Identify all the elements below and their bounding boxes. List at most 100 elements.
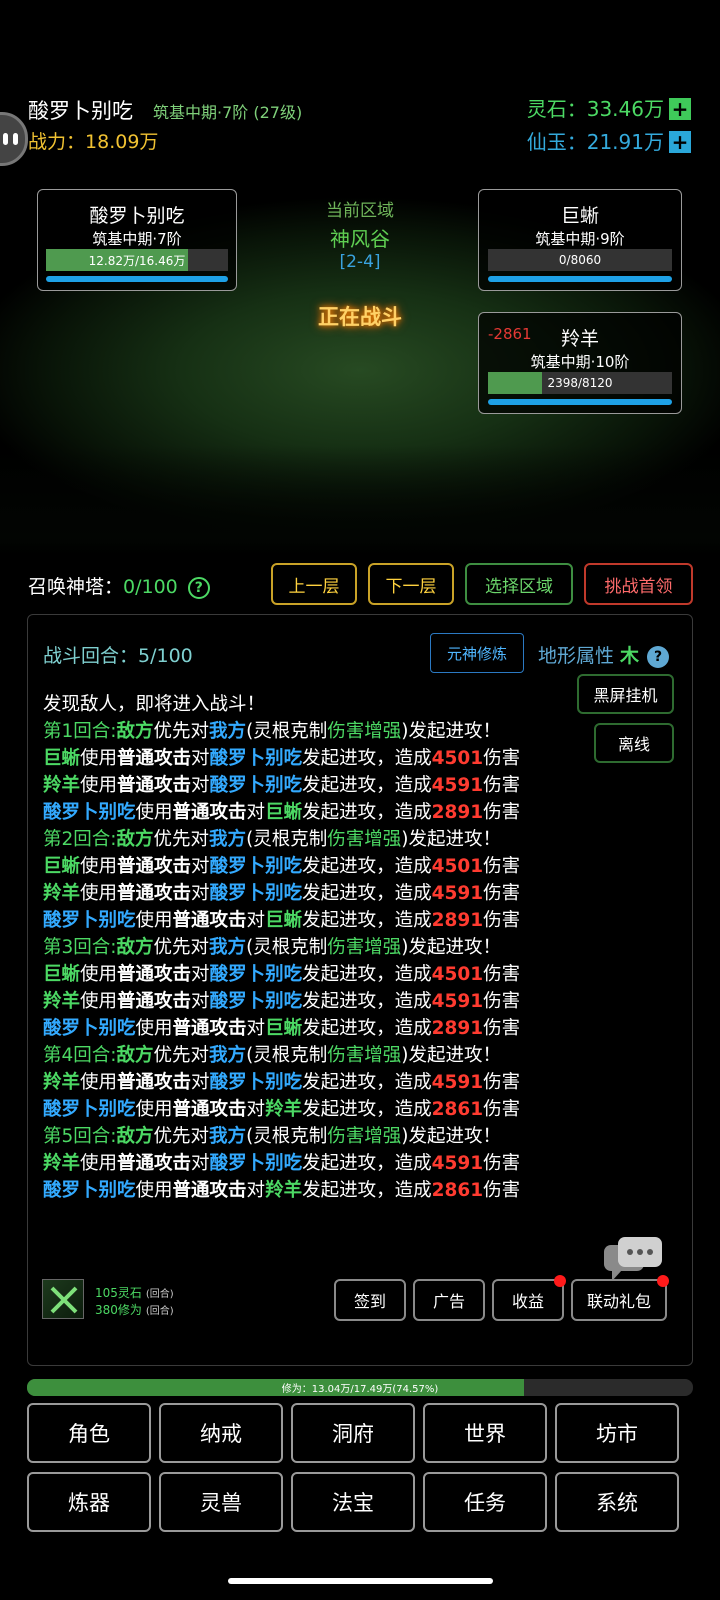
log-segment: 发起进攻，造成 — [302, 1099, 432, 1120]
add-jade-button[interactable]: + — [669, 131, 691, 153]
log-segment: 羚羊 — [43, 1072, 81, 1093]
menu-button[interactable]: 炼器 — [27, 1472, 151, 1532]
enemy-mp-bar — [488, 399, 672, 405]
log-segment: 酸罗卜别吃 — [43, 910, 136, 931]
log-segment: 对 — [191, 991, 210, 1012]
notification-dot — [657, 1275, 669, 1287]
header: 酸罗卜别吃 筑基中期·7阶 (27级) 战力：18.09万 灵石：33.46万 … — [0, 0, 720, 170]
jade-balance: 仙玉：21.91万 — [526, 130, 664, 154]
log-segment: 发起进攻，造成 — [302, 775, 432, 796]
log-segment: 使用 — [80, 856, 118, 877]
log-segment: 使用 — [135, 1180, 173, 1201]
log-segment: 对 — [191, 1072, 210, 1093]
menu-button[interactable]: 任务 — [423, 1472, 547, 1532]
battle-log: 发现敌人，即将进入战斗！ 第1回合:敌方优先对我方(灵根克制伤害增强)发起进攻！巨… — [43, 691, 563, 1204]
player-unit-realm: 筑基中期·7阶 — [92, 230, 182, 248]
battle-log-panel: 战斗回合：5/100 元神修炼 地形属性木? 黑屏挂机 离线 发现敌人，即将进入… — [27, 614, 693, 1366]
enemy-card-1[interactable]: 巨蜥 筑基中期·9阶 0/8060 — [478, 189, 682, 291]
reward-per-round: (回合) — [145, 1306, 174, 1317]
menu-button[interactable]: 世界 — [423, 1403, 547, 1463]
log-segment: 使用 — [80, 964, 118, 985]
log-segment: 酸罗卜别吃 — [209, 1072, 303, 1093]
home-indicator[interactable] — [228, 1578, 493, 1584]
log-segment: 我方 — [209, 721, 247, 742]
income-button[interactable]: 收益 — [492, 1275, 566, 1321]
menu-button[interactable]: 坊市 — [555, 1403, 679, 1463]
log-segment: 使用 — [135, 1018, 173, 1039]
battle-log-line: 第3回合:敌方优先对我方(灵根克制伤害增强)发起进攻！ — [43, 934, 563, 961]
combat-power-label: 战力： — [28, 131, 86, 153]
log-segment: 发起进攻，造成 — [302, 1153, 432, 1174]
checkin-button[interactable]: 签到 — [334, 1279, 406, 1321]
help-icon[interactable]: ? — [647, 646, 670, 668]
log-segment: 4501 — [431, 964, 484, 985]
ads-button[interactable]: 广告 — [413, 1279, 485, 1321]
log-segment: 使用 — [80, 883, 118, 904]
log-segment: 伤害 — [483, 991, 521, 1012]
battle-scene: 酸罗卜别吃 筑基中期·7阶 12.82万/16.46万 当前区域 神风谷 [2-… — [0, 170, 720, 555]
battle-log-line: 酸罗卜别吃使用普通攻击对巨蜥发起进攻，造成2891伤害 — [43, 1015, 563, 1042]
battle-round: 战斗回合：5/100 — [43, 645, 193, 667]
log-segment: 巨蜥 — [265, 910, 303, 931]
linked-gift-label: 联动礼包 — [586, 1292, 651, 1311]
chat-icon[interactable] — [604, 1237, 662, 1283]
select-zone-button[interactable]: 选择区域 — [465, 563, 573, 605]
summon-tower: 召唤神塔：0/100? — [28, 572, 210, 599]
log-segment: 普通攻击 — [117, 775, 192, 796]
log-segment: 2891 — [431, 1018, 484, 1039]
help-icon[interactable]: ? — [187, 576, 210, 599]
log-segment: 酸罗卜别吃 — [209, 1153, 303, 1174]
log-segment: 伤害 — [483, 883, 521, 904]
log-segment: 发起进攻，造成 — [302, 802, 432, 823]
player-name: 酸罗卜别吃 — [28, 99, 133, 123]
log-segment: 我方 — [209, 937, 247, 958]
terrain-attribute: 地形属性木? — [538, 641, 670, 668]
avatar[interactable] — [0, 112, 28, 166]
enemy-card-2[interactable]: -2861 羚羊 筑基中期·10阶 2398/8120 — [478, 312, 682, 414]
menu-button[interactable]: 角色 — [27, 1403, 151, 1463]
menu-button[interactable]: 灵兽 — [159, 1472, 283, 1532]
battle-log-line: 第4回合:敌方优先对我方(灵根克制伤害增强)发起进攻！ — [43, 1042, 563, 1069]
next-floor-button[interactable]: 下一层 — [368, 563, 454, 605]
menu-button[interactable]: 洞府 — [291, 1403, 415, 1463]
log-segment: 4591 — [431, 991, 484, 1012]
challenge-boss-button[interactable]: 挑战首领 — [584, 563, 693, 605]
zone-name: 神风谷 — [330, 227, 390, 251]
log-segment: 发起进攻，造成 — [302, 883, 432, 904]
log-segment: 优先对 — [153, 1045, 210, 1066]
log-segment: 对 — [191, 883, 210, 904]
prev-floor-button[interactable]: 上一层 — [271, 563, 357, 605]
log-segment: 敌方 — [116, 1126, 154, 1147]
battle-log-line: 酸罗卜别吃使用普通攻击对羚羊发起进攻，造成2861伤害 — [43, 1096, 563, 1123]
log-segment: 普通攻击 — [117, 991, 192, 1012]
add-spirit-stone-button[interactable]: + — [669, 98, 691, 120]
menu-button[interactable]: 系统 — [555, 1472, 679, 1532]
log-segment: 巨蜥 — [265, 802, 303, 823]
reward-per-round: (回合) — [145, 1289, 174, 1300]
log-segment: 伤害 — [483, 748, 521, 769]
battle-log-line: 羚羊使用普通攻击对酸罗卜别吃发起进攻，造成4591伤害 — [43, 880, 563, 907]
battle-log-line: 羚羊使用普通攻击对酸罗卜别吃发起进攻，造成4591伤害 — [43, 988, 563, 1015]
scene-foreground — [0, 445, 720, 555]
menu-button[interactable]: 纳戒 — [159, 1403, 283, 1463]
log-segment: 4591 — [431, 883, 484, 904]
log-segment: 4591 — [431, 1153, 484, 1174]
menu-button[interactable]: 法宝 — [291, 1472, 415, 1532]
log-segment: 发起进攻，造成 — [302, 1180, 432, 1201]
combat-power: 战力：18.09万 — [28, 127, 158, 154]
log-segment: (灵根克制 — [246, 829, 328, 850]
log-segment: 使用 — [135, 1099, 173, 1120]
battle-log-line: 巨蜥使用普通攻击对酸罗卜别吃发起进攻，造成4501伤害 — [43, 745, 563, 772]
offline-button[interactable]: 离线 — [594, 723, 674, 763]
log-segment: 优先对 — [153, 829, 210, 850]
player-unit-name: 酸罗卜别吃 — [89, 205, 185, 227]
log-segment: 酸罗卜别吃 — [209, 964, 303, 985]
log-segment: )发起进攻！ — [401, 1045, 502, 1066]
blackscreen-idle-button[interactable]: 黑屏挂机 — [577, 674, 674, 714]
log-segment: 伤害 — [483, 1153, 521, 1174]
player-hp-bar: 12.82万/16.46万 — [46, 249, 228, 271]
log-segment: 伤害 — [483, 1072, 521, 1093]
log-segment: 对 — [246, 910, 266, 931]
linked-gift-button[interactable]: 联动礼包 — [571, 1275, 669, 1321]
yuanshen-training-button[interactable]: 元神修炼 — [430, 633, 524, 673]
